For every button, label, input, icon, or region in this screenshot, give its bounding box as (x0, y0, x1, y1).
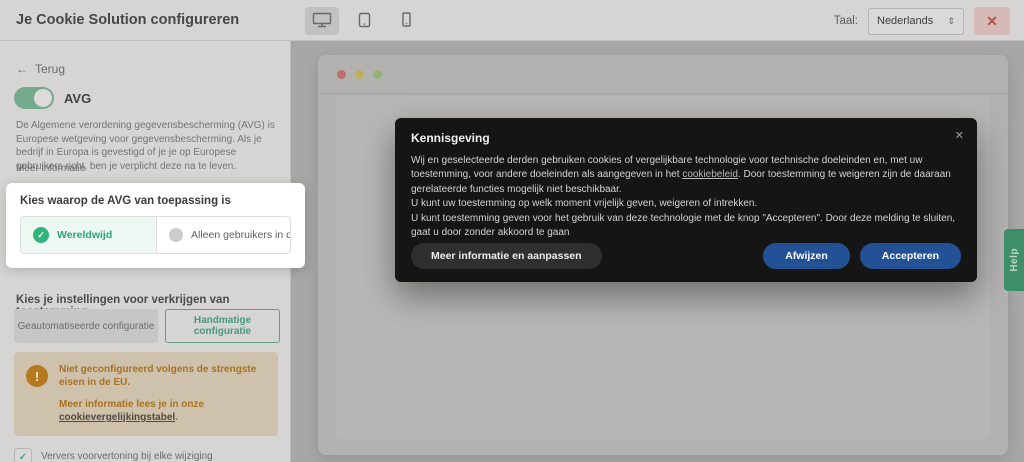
tablet-icon (358, 12, 371, 31)
banner-action-buttons: Afwijzen Accepteren (763, 243, 961, 269)
traffic-light-red-icon (337, 70, 346, 79)
help-tab-label: Help (1009, 248, 1020, 272)
warning-icon: ! (26, 365, 48, 387)
browser-traffic-lights (337, 70, 382, 79)
browser-toolbar-divider (318, 93, 1008, 94)
banner-close-icon[interactable]: ✕ (955, 129, 964, 142)
toggle-knob (34, 89, 52, 107)
cookie-notice-banner: Kennisgeving ✕ Wij en geselecteerde derd… (395, 118, 977, 282)
back-arrow-icon: ← (16, 62, 28, 76)
preview-refresh-row: ✓ Ververs voorvertoning bij elke wijzigi… (14, 448, 213, 462)
help-tab[interactable]: Help (1004, 229, 1024, 291)
scope-option-worldwide[interactable]: ✓ Wereldwijd (21, 217, 157, 253)
manual-configuration-button[interactable]: Handmatige configuratie (165, 309, 280, 343)
warning-message: Niet geconfigureerd volgens de strengste… (59, 363, 266, 389)
language-label: Taal: (834, 15, 858, 27)
header-right-controls: Taal: Nederlands ⇕ ✕ (834, 7, 1010, 35)
page-title: Je Cookie Solution configureren (16, 12, 239, 28)
phone-preview-button[interactable] (389, 7, 423, 35)
language-select-value: Nederlands (877, 15, 933, 27)
checkbox-check-icon: ✓ (19, 452, 27, 462)
accept-button[interactable]: Accepteren (860, 243, 961, 269)
device-preview-switcher (305, 7, 423, 35)
cookie-comparison-table-link[interactable]: cookievergelijkingstabel (59, 412, 175, 423)
eu-compliance-warning: ! Niet geconfigureerd volgens de strengs… (14, 352, 278, 436)
close-configurator-button[interactable]: ✕ (974, 7, 1010, 35)
banner-footer: Meer informatie en aanpassen Afwijzen Ac… (411, 243, 961, 269)
preview-refresh-checkbox[interactable]: ✓ (14, 448, 32, 462)
customize-button[interactable]: Meer informatie en aanpassen (411, 243, 602, 269)
back-link[interactable]: ← Terug (16, 62, 65, 76)
gdpr-toggle-row: AVG (14, 87, 91, 109)
preview-area: Kennisgeving ✕ Wij en geselecteerde derd… (291, 41, 1024, 462)
auto-configuration-button[interactable]: Geautomatiseerde configuratie (14, 309, 158, 343)
scope-segmented-control: ✓ Wereldwijd Alleen gebruikers in de EU (20, 216, 291, 254)
scope-option-eu-only[interactable]: Alleen gebruikers in de EU (157, 217, 291, 253)
browser-mockup: Kennisgeving ✕ Wij en geselecteerde derd… (318, 55, 1008, 455)
desktop-icon (312, 12, 332, 31)
warning-text-block: Niet geconfigureerd volgens de strengste… (59, 363, 266, 425)
radio-circle-icon (169, 228, 183, 242)
language-select[interactable]: Nederlands ⇕ (868, 8, 964, 35)
top-header: Je Cookie Solution configureren Taal: Ne… (0, 0, 1024, 41)
scope-title: Kies waarop de AVG van toepassing is (20, 195, 291, 207)
scope-option-label: Wereldwijd (57, 229, 112, 241)
more-info-link[interactable]: Meer informatie (16, 163, 85, 174)
phone-icon (402, 12, 411, 30)
check-circle-icon: ✓ (33, 227, 49, 243)
back-label: Terug (35, 62, 65, 76)
scope-option-label: Alleen gebruikers in de EU (191, 229, 291, 241)
close-icon: ✕ (986, 13, 998, 30)
settings-sidebar: ← Terug AVG De Algemene verordening gege… (0, 41, 291, 462)
gdpr-toggle[interactable] (14, 87, 54, 109)
traffic-light-green-icon (373, 70, 382, 79)
desktop-preview-button[interactable] (305, 7, 339, 35)
tablet-preview-button[interactable] (347, 7, 381, 35)
select-arrows-icon: ⇕ (947, 17, 955, 26)
cookie-policy-link[interactable]: cookiebeleid (682, 169, 738, 180)
reject-button[interactable]: Afwijzen (763, 243, 850, 269)
gdpr-toggle-label: AVG (64, 91, 91, 106)
preview-refresh-label: Ververs voorvertoning bij elke wijziging (41, 451, 213, 462)
traffic-light-yellow-icon (355, 70, 364, 79)
configuration-buttons: Geautomatiseerde configuratie Handmatige… (14, 309, 280, 343)
banner-body-text: Wij en geselecteerde derden gebruiken co… (411, 154, 961, 240)
warning-more-info: Meer informatie lees je in onze cookieve… (59, 398, 266, 424)
banner-title: Kennisgeving (411, 131, 961, 145)
gdpr-scope-section: Kies waarop de AVG van toepassing is ✓ W… (6, 183, 305, 268)
